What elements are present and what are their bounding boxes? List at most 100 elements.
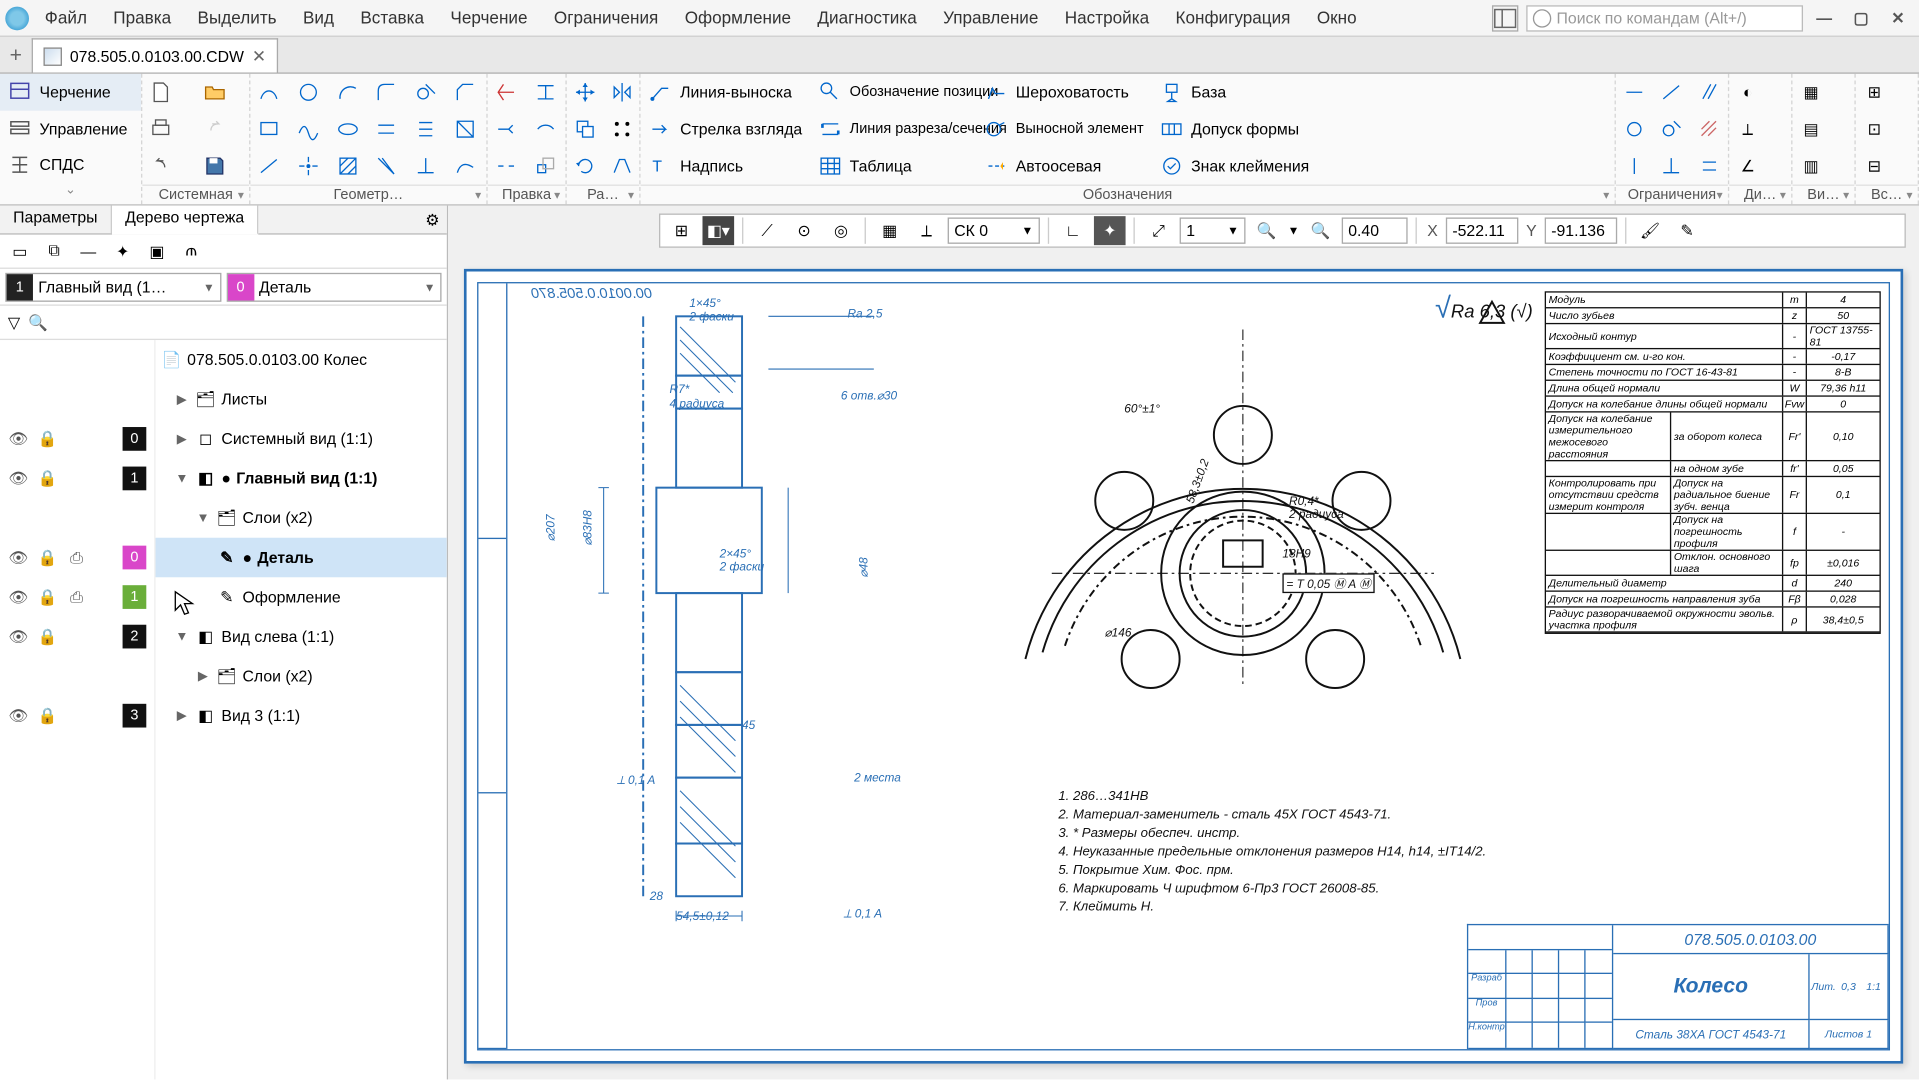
- menu-edit[interactable]: Правка: [103, 5, 182, 30]
- grid2-icon[interactable]: ▦: [874, 216, 906, 245]
- auto-line-icon[interactable]: [250, 74, 287, 111]
- offset-icon[interactable]: [368, 111, 405, 148]
- hatch-icon[interactable]: [329, 148, 366, 185]
- circle-icon[interactable]: [290, 74, 327, 111]
- print-icon[interactable]: [142, 111, 179, 148]
- chamfer-icon[interactable]: [447, 74, 484, 111]
- tree-main-view[interactable]: ▼◧●Главный вид (1:1): [156, 459, 447, 499]
- collapse-icon[interactable]: ▭: [8, 239, 32, 263]
- para-c-icon[interactable]: [1691, 74, 1728, 111]
- save-icon[interactable]: [196, 148, 233, 185]
- redo-icon[interactable]: [196, 111, 233, 148]
- tan-c-icon[interactable]: [1653, 111, 1690, 148]
- section-line-button[interactable]: Линия разреза/сечения: [810, 111, 976, 148]
- mode-spds[interactable]: СПДС: [0, 147, 141, 184]
- eye-icon[interactable]: 👁: [8, 468, 29, 489]
- open-icon[interactable]: [196, 74, 233, 111]
- stamp-button[interactable]: Знак клеймения: [1152, 148, 1318, 185]
- copy-icon[interactable]: [567, 111, 604, 148]
- move-icon[interactable]: [567, 74, 604, 111]
- snap1-icon[interactable]: ⟋: [751, 216, 783, 245]
- roughness-button[interactable]: Шероховатость: [976, 74, 1151, 111]
- view-selector[interactable]: 1Главный вид (1…▼: [5, 272, 220, 301]
- eye-icon[interactable]: 👁: [8, 705, 29, 726]
- position-button[interactable]: Обозначение позиции: [810, 74, 976, 111]
- trim-icon[interactable]: [368, 148, 405, 185]
- view2-icon[interactable]: ▤: [1792, 111, 1829, 148]
- menu-diag[interactable]: Диагностика: [807, 5, 927, 30]
- point-icon[interactable]: [290, 148, 327, 185]
- extend-icon[interactable]: [488, 111, 525, 148]
- trim2-icon[interactable]: [488, 74, 525, 111]
- lock-icon[interactable]: 🔒: [37, 468, 58, 489]
- eye-icon[interactable]: 👁: [8, 626, 29, 647]
- star-icon[interactable]: ✦: [111, 239, 135, 263]
- ortho-icon[interactable]: ⟂: [911, 216, 943, 245]
- line-icon[interactable]: [250, 148, 287, 185]
- snap3-icon[interactable]: ◎: [825, 216, 857, 245]
- scale-icon[interactable]: [527, 148, 564, 185]
- ins3-icon[interactable]: ⊟: [1856, 148, 1893, 185]
- menu-draft[interactable]: Черчение: [440, 5, 538, 30]
- table-button[interactable]: Таблица: [810, 148, 976, 185]
- eye-icon[interactable]: 👁: [8, 587, 29, 608]
- menu-view[interactable]: Вид: [292, 5, 344, 30]
- menu-window[interactable]: Окно: [1306, 5, 1367, 30]
- tangent-icon[interactable]: [408, 74, 445, 111]
- deform-icon[interactable]: [604, 148, 641, 185]
- zoom-icon[interactable]: 🔍: [1251, 216, 1283, 245]
- tree-layers[interactable]: ▼🗂Слои (x2): [156, 498, 447, 538]
- scale-field[interactable]: 1▼: [1180, 217, 1246, 243]
- lock-icon[interactable]: 🔒: [37, 547, 58, 568]
- menu-insert[interactable]: Вставка: [350, 5, 435, 30]
- view-arrow-button[interactable]: Стрелка взгляда: [641, 111, 811, 148]
- horiz-icon[interactable]: [1616, 74, 1653, 111]
- close-button[interactable]: ✕: [1885, 7, 1911, 28]
- snap2-icon[interactable]: ⊙: [788, 216, 820, 245]
- diag-icon[interactable]: [1653, 74, 1690, 111]
- tree-detail-layer[interactable]: ✎●Деталь: [156, 538, 447, 578]
- rect-icon[interactable]: [250, 111, 287, 148]
- tree-search[interactable]: [56, 313, 439, 331]
- tab-drawing-tree[interactable]: Дерево чертежа: [112, 206, 259, 235]
- menu-design[interactable]: Оформление: [674, 5, 801, 30]
- join-icon[interactable]: [527, 111, 564, 148]
- lock-icon[interactable]: 🔒: [37, 705, 58, 726]
- new-tab-button[interactable]: +: [0, 41, 32, 73]
- grid-icon[interactable]: ⊞: [666, 216, 698, 245]
- tree-design-layer[interactable]: ✎Оформление: [156, 577, 447, 617]
- document-tab[interactable]: 078.505.0.0103.00.CDW ✕: [32, 38, 278, 72]
- tree-system-view[interactable]: ▶◻Системный вид (1:1): [156, 419, 447, 459]
- tab-close-button[interactable]: ✕: [252, 45, 266, 66]
- lock-icon[interactable]: 🔒: [37, 626, 58, 647]
- tab-parameters[interactable]: Параметры: [0, 206, 112, 234]
- menu-constraints[interactable]: Ограничения: [543, 5, 669, 30]
- spline-icon[interactable]: [290, 111, 327, 148]
- ellipse-icon[interactable]: [329, 111, 366, 148]
- contour-icon[interactable]: [447, 148, 484, 185]
- menu-file[interactable]: Файл: [34, 5, 97, 30]
- command-search[interactable]: Поиск по командам (Alt+/): [1526, 5, 1803, 31]
- tree-sheets[interactable]: ▶🗂Листы: [156, 380, 447, 420]
- leader-line-button[interactable]: Линия-выноска: [641, 74, 811, 111]
- parallel-icon[interactable]: [408, 111, 445, 148]
- break-icon[interactable]: [488, 148, 525, 185]
- lock-icon[interactable]: 🔒: [37, 587, 58, 608]
- menu-settings[interactable]: Настройка: [1054, 5, 1159, 30]
- rotate-icon[interactable]: [567, 148, 604, 185]
- mode-manage[interactable]: Управление: [0, 110, 141, 147]
- diag3-icon[interactable]: ∠: [1729, 148, 1766, 185]
- diag2-icon[interactable]: ⟂: [1729, 111, 1766, 148]
- cs-selector[interactable]: СК 0▼: [948, 217, 1040, 243]
- image-icon[interactable]: ▣: [145, 239, 169, 263]
- chart-icon[interactable]: ⫙: [179, 239, 203, 263]
- maximize-button[interactable]: ▢: [1848, 7, 1874, 28]
- lock-icon[interactable]: 🔒: [37, 428, 58, 449]
- eq-c-icon[interactable]: [1691, 148, 1728, 185]
- filter-icon[interactable]: ▽: [8, 313, 20, 331]
- brush-icon[interactable]: 🖌: [1634, 216, 1666, 245]
- undo-icon[interactable]: [142, 148, 179, 185]
- diag1-icon[interactable]: ◐: [1729, 74, 1766, 111]
- fillet-icon[interactable]: [368, 74, 405, 111]
- circle-c-icon[interactable]: [1616, 111, 1653, 148]
